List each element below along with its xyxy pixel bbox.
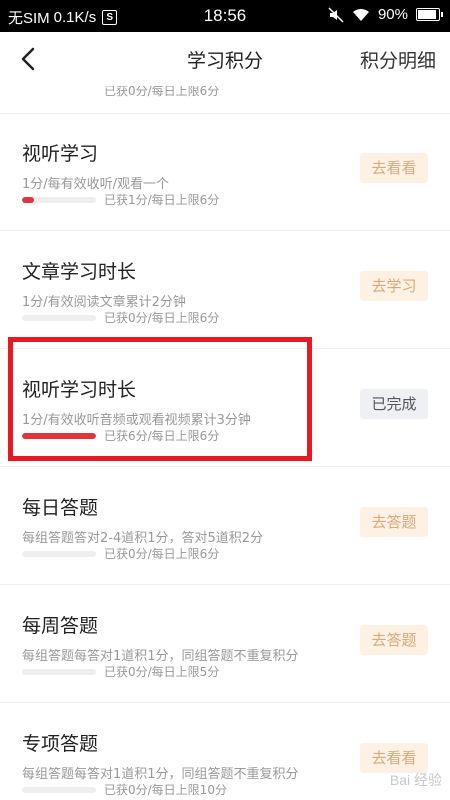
partial-progress-text: 已获0分/每日上限6分 xyxy=(104,86,220,98)
action-button[interactable]: 去看看 xyxy=(360,743,428,773)
progress-text: 已获0分/每日上限6分 xyxy=(104,311,220,325)
progress-bar xyxy=(22,315,96,321)
nav-bar: 学习积分 积分明细 xyxy=(0,32,450,86)
progress-text: 已获1分/每日上限6分 xyxy=(104,193,220,207)
wifi-icon xyxy=(352,8,369,21)
action-button[interactable]: 去学习 xyxy=(360,271,428,301)
mute-icon xyxy=(328,6,344,23)
progress-text: 已获0分/每日上限10分 xyxy=(104,783,227,797)
list-item: 文章学习时长 1分/有效阅读文章累计2分钟 已获0分/每日上限6分 去学习 xyxy=(0,231,450,349)
task-desc: 1分/每有效收听/观看一个 xyxy=(22,177,170,192)
task-desc: 每组答题答对2-4道积1分，答对5道积2分 xyxy=(22,531,264,546)
action-button[interactable]: 去看看 xyxy=(360,153,428,183)
watermark: Bai 经验 xyxy=(389,772,442,788)
task-desc: 每组答题每答对1道积1分，同组答题不重复积分 xyxy=(22,767,299,782)
list-item: 专项答题 每组答题每答对1道积1分，同组答题不重复积分 已获0分/每日上限10分… xyxy=(0,703,450,800)
task-title: 文章学习时长 xyxy=(22,261,137,283)
progress-bar xyxy=(22,787,96,793)
list-item: 视听学习 1分/每有效收听/观看一个 已获1分/每日上限6分 去看看 xyxy=(0,113,450,231)
progress-text: 已获0分/每日上限6分 xyxy=(104,547,220,561)
task-desc: 每组答题每答对1道积1分，同组答题不重复积分 xyxy=(22,649,299,664)
action-button[interactable]: 去答题 xyxy=(360,507,428,537)
progress-bar xyxy=(22,669,96,675)
task-title: 专项答题 xyxy=(22,733,99,755)
completed-badge: 已完成 xyxy=(360,389,428,419)
list-item: 每日答题 每组答题答对2-4道积1分，答对5道积2分 已获0分/每日上限6分 去… xyxy=(0,467,450,585)
task-title: 每日答题 xyxy=(22,497,99,519)
progress-bar xyxy=(22,197,96,203)
battery-icon xyxy=(416,8,443,21)
progress-text: 已获6分/每日上限6分 xyxy=(104,429,220,443)
task-list[interactable]: 已获0分/每日上限6分 视听学习 1分/每有效收听/观看一个 已获1分/每日上限… xyxy=(0,86,450,800)
list-item: 视听学习时长 1分/有效收听音频或观看视频累计3分钟 已获6分/每日上限6分 已… xyxy=(0,349,450,467)
status-bar: 无SIM 0.1K/s S 18:56 90% xyxy=(0,0,450,32)
list-item: 每周答题 每组答题每答对1道积1分，同组答题不重复积分 已获0分/每日上限5分 … xyxy=(0,585,450,703)
task-desc: 1分/有效收听音频或观看视频累计3分钟 xyxy=(22,413,251,428)
progress-text: 已获0分/每日上限5分 xyxy=(104,665,220,679)
task-title: 视听学习 xyxy=(22,143,99,165)
progress-bar xyxy=(22,551,96,557)
progress-bar xyxy=(22,433,96,439)
status-right: 90% xyxy=(328,6,443,23)
task-desc: 1分/有效阅读文章累计2分钟 xyxy=(22,295,186,310)
list-item-partial: 已获0分/每日上限6分 xyxy=(0,86,450,114)
task-title: 每周答题 xyxy=(22,615,99,637)
task-title: 视听学习时长 xyxy=(22,379,137,401)
battery-percent: 90% xyxy=(377,6,408,23)
points-detail-link[interactable]: 积分明细 xyxy=(360,46,436,73)
action-button[interactable]: 去答题 xyxy=(360,625,428,655)
